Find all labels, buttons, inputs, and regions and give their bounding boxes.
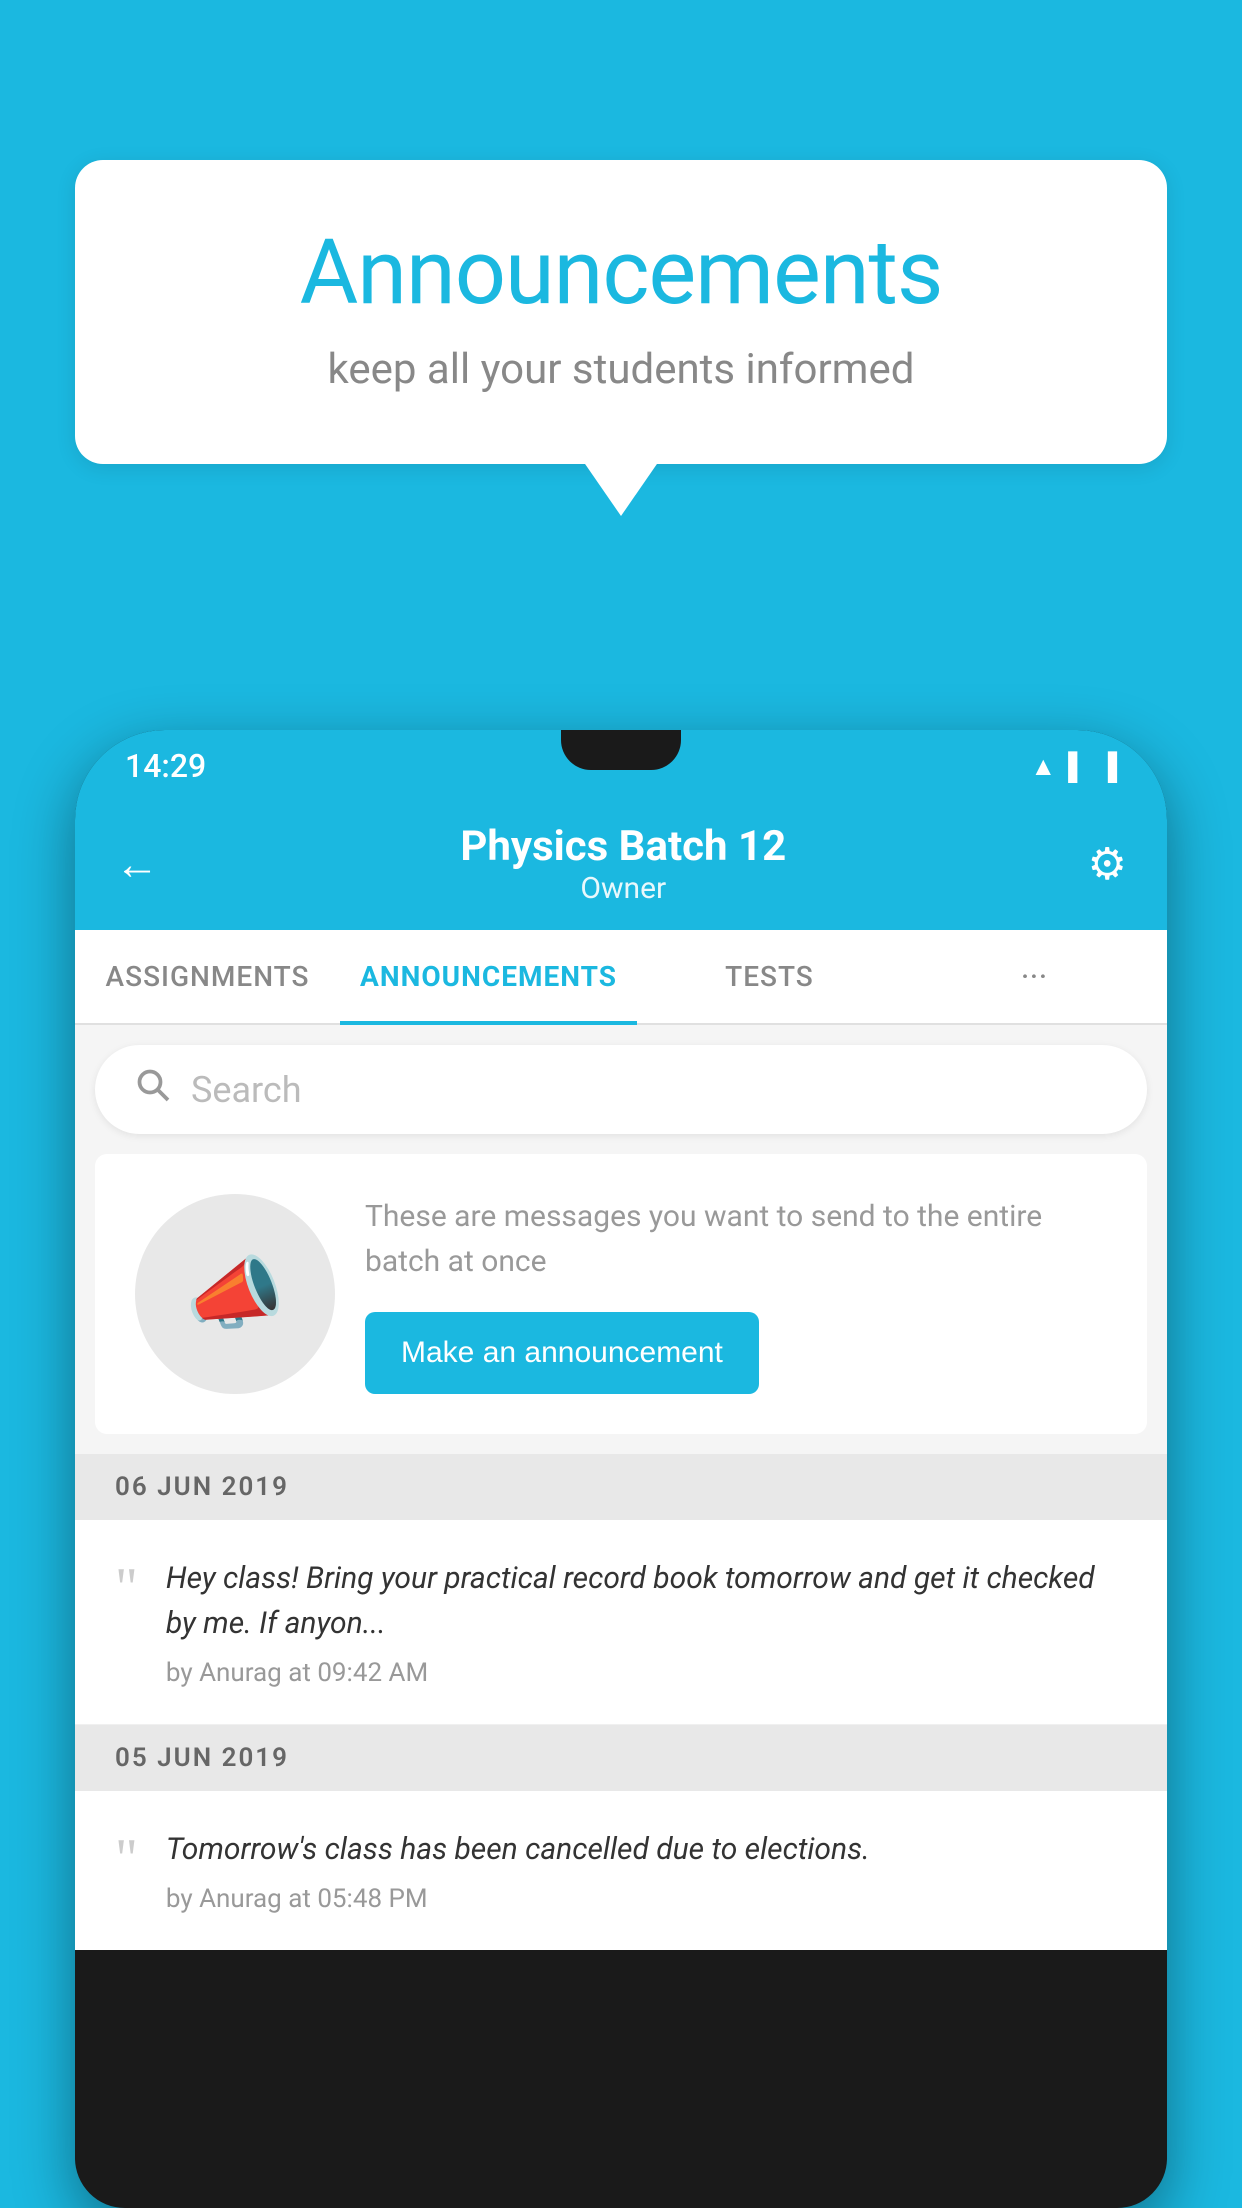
quote-icon-1: "	[115, 1560, 138, 1616]
content-area: Search 📣 These are messages you want to …	[75, 1025, 1167, 1950]
date-separator-2: 05 JUN 2019	[75, 1725, 1167, 1791]
speech-bubble: Announcements keep all your students inf…	[75, 160, 1167, 464]
megaphone-circle: 📣	[135, 1194, 335, 1394]
prompt-description: These are messages you want to send to t…	[365, 1194, 1107, 1284]
announcement-meta-2: by Anurag at 05:48 PM	[166, 1884, 1127, 1914]
bubble-title: Announcements	[155, 220, 1087, 325]
status-icons	[1030, 751, 1117, 782]
tab-more[interactable]: ···	[902, 930, 1167, 1023]
announcement-text-1: Hey class! Bring your practical record b…	[166, 1556, 1127, 1646]
announcement-text-2: Tomorrow's class has been cancelled due …	[166, 1827, 1127, 1872]
date-separator-1: 06 JUN 2019	[75, 1454, 1167, 1520]
header-subtitle: Owner	[460, 871, 786, 906]
wifi-icon	[1030, 751, 1056, 782]
search-placeholder: Search	[191, 1069, 302, 1111]
battery-icon	[1099, 751, 1117, 782]
announcement-prompt: 📣 These are messages you want to send to…	[95, 1154, 1147, 1434]
tab-assignments[interactable]: ASSIGNMENTS	[75, 930, 340, 1023]
announcement-meta-1: by Anurag at 09:42 AM	[166, 1658, 1127, 1688]
signal-icon	[1068, 751, 1086, 782]
tab-announcements[interactable]: ANNOUNCEMENTS	[340, 930, 637, 1023]
notch	[561, 730, 681, 770]
prompt-right: These are messages you want to send to t…	[365, 1194, 1107, 1394]
announcement-item-1[interactable]: " Hey class! Bring your practical record…	[75, 1520, 1167, 1725]
status-time: 14:29	[125, 747, 206, 785]
search-bar[interactable]: Search	[95, 1045, 1147, 1134]
back-button[interactable]: ←	[115, 838, 159, 890]
header-center: Physics Batch 12 Owner	[460, 822, 786, 906]
quote-icon-2: "	[115, 1831, 138, 1887]
megaphone-icon: 📣	[185, 1247, 285, 1341]
bubble-subtitle: keep all your students informed	[155, 345, 1087, 394]
tab-tests[interactable]: TESTS	[637, 930, 902, 1023]
tabs-bar: ASSIGNMENTS ANNOUNCEMENTS TESTS ···	[75, 930, 1167, 1025]
phone-frame: 14:29 ← Physics Batch 12 Owner ⚙ ASSIGNM…	[75, 730, 1167, 2208]
announcement-item-2[interactable]: " Tomorrow's class has been cancelled du…	[75, 1791, 1167, 1950]
announcement-content-1: Hey class! Bring your practical record b…	[166, 1556, 1127, 1688]
status-bar: 14:29	[75, 730, 1167, 802]
header-title: Physics Batch 12	[460, 822, 786, 871]
gear-icon[interactable]: ⚙	[1088, 838, 1127, 890]
make-announcement-button[interactable]: Make an announcement	[365, 1312, 759, 1394]
app-header: ← Physics Batch 12 Owner ⚙	[75, 802, 1167, 930]
intro-section: Announcements keep all your students inf…	[75, 160, 1167, 464]
search-icon	[135, 1067, 171, 1112]
announcement-content-2: Tomorrow's class has been cancelled due …	[166, 1827, 1127, 1914]
